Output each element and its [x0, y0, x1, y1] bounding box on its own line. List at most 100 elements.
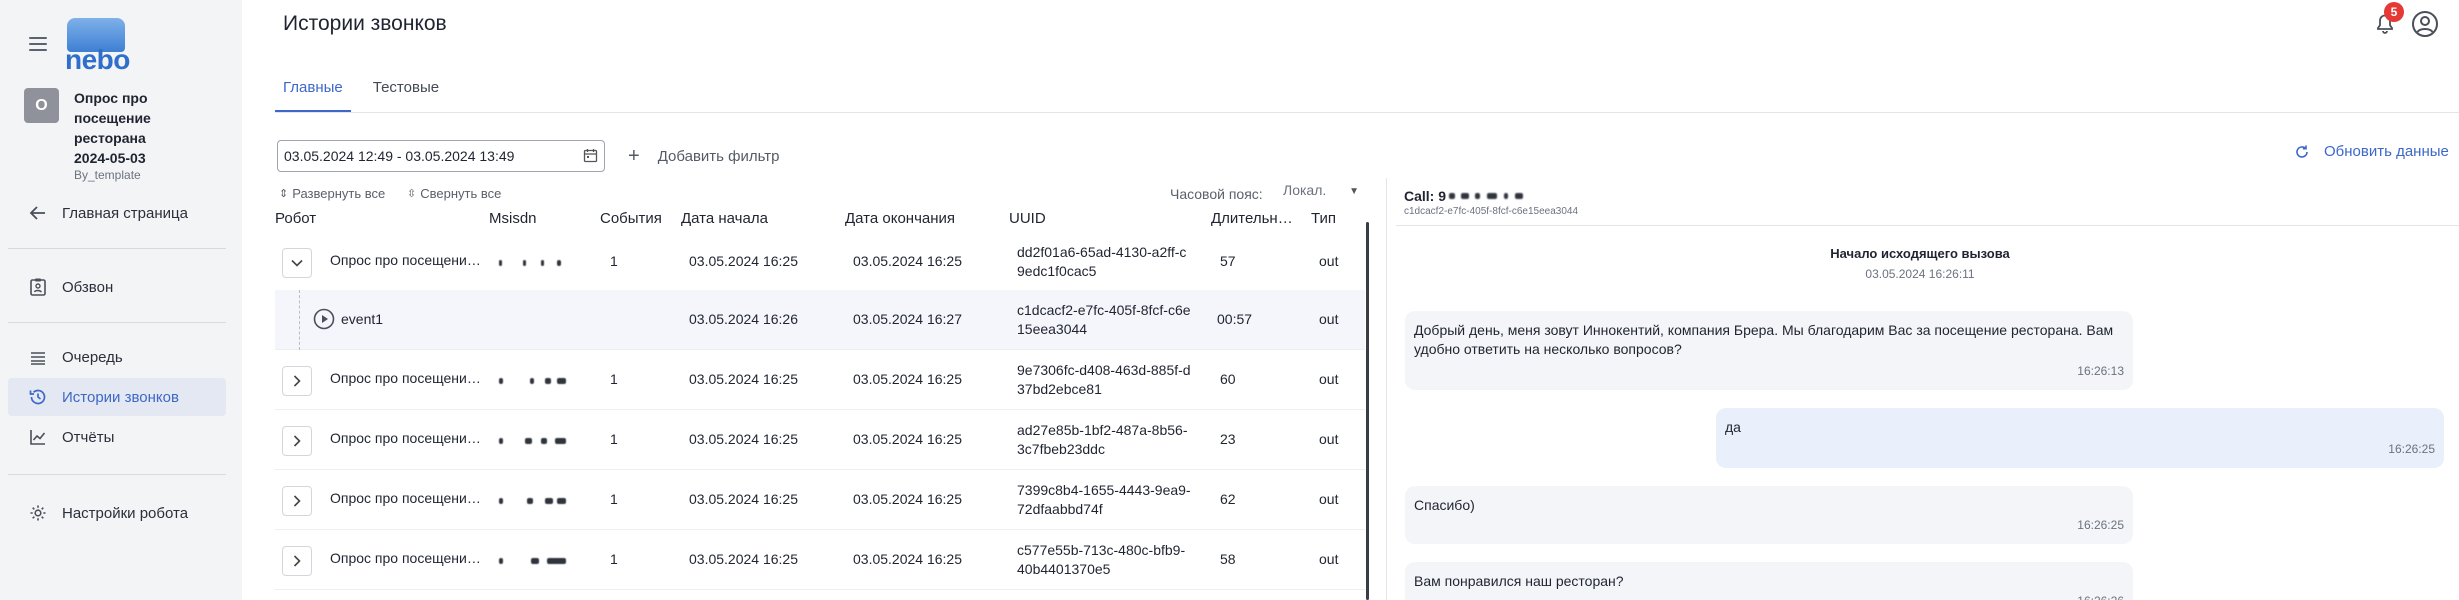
chevron-right-icon[interactable]	[282, 486, 312, 516]
msisdn-redacted	[497, 498, 567, 506]
table-row[interactable]: Опрос про посещение ресторана 1 03.05.20…	[275, 232, 1365, 292]
duration: 62	[1220, 491, 1236, 507]
table-row[interactable]: Опрос про посещение ресторана 1 03.05.20…	[275, 350, 1365, 410]
column-header-msisdn[interactable]: Msisdn	[489, 210, 537, 227]
start-date: 03.05.2024 16:25	[689, 371, 798, 387]
robot-name: Опрос про посещение ресторана	[330, 490, 483, 506]
collapse-all-button[interactable]: ⇳ Свернуть все	[407, 186, 501, 201]
chevron-down-icon[interactable]	[282, 248, 312, 278]
duration: 58	[1220, 551, 1236, 567]
chart-line-icon	[30, 430, 46, 445]
column-header-robot[interactable]: Робот	[275, 210, 316, 227]
collapse-icon: ⇳	[407, 188, 417, 200]
date-range-input[interactable]: 03.05.2024 12:49 - 03.05.2024 13:49	[277, 140, 605, 172]
add-filter-label: Добавить фильтр	[657, 147, 780, 165]
message-text: Спасибо)	[1414, 497, 1475, 513]
page-title: Истории звонков	[283, 12, 447, 35]
menu-icon[interactable]	[29, 37, 47, 51]
events-count: 1	[610, 371, 618, 387]
sidebar-item-call-history[interactable]: Истории звонков	[8, 378, 226, 416]
end-date: 03.05.2024 16:25	[853, 253, 962, 269]
sidebar-item-dialing[interactable]: Обзвон	[8, 268, 226, 306]
events-count: 1	[610, 431, 618, 447]
add-filter-button[interactable]: + Добавить фильтр	[628, 144, 779, 168]
msisdn-redacted	[497, 260, 567, 268]
message-text: Вам понравился наш ресторан?	[1414, 573, 1624, 589]
divider	[275, 112, 2459, 113]
table-row[interactable]: Опрос про посещение ресторана 1 03.05.20…	[275, 410, 1365, 470]
robot-name: Опрос про посещение ресторана	[330, 550, 483, 566]
gear-icon	[30, 505, 46, 521]
divider	[8, 248, 226, 249]
event-name: event1	[341, 311, 384, 327]
collapse-all-label: Свернуть все	[420, 186, 502, 201]
expand-all-label: Развернуть все	[292, 186, 386, 201]
clipboard-icon	[30, 278, 46, 296]
sidebar-item-reports[interactable]: Отчёты	[8, 418, 226, 456]
call-type: out	[1319, 431, 1339, 447]
call-type: out	[1319, 491, 1339, 507]
uuid: 7399c8b4-1655-4443-9ea9-72dfaabbd74f	[1017, 482, 1191, 517]
sidebar-item-robot-settings[interactable]: Настройки робота	[8, 494, 226, 532]
project-template: By_template	[74, 168, 141, 182]
call-id: c1dcacf2-e7fc-405f-8fcf-c6e15eea3044	[1404, 206, 1579, 217]
sidebar-item-label: Отчёты	[62, 428, 115, 446]
robot-name: Опрос про посещение ресторана	[330, 370, 483, 386]
start-date: 03.05.2024 16:25	[689, 431, 798, 447]
robot-name: Опрос про посещение ресторана	[330, 252, 483, 268]
refresh-button[interactable]: Обновить данные	[2294, 143, 2449, 160]
timezone-label: Часовой пояс:	[1170, 186, 1263, 202]
uuid: 9e7306fc-d408-463d-885f-d37bd2ebce81	[1017, 362, 1191, 397]
history-icon	[29, 389, 46, 405]
table-subrow[interactable]: event1 03.05.2024 16:26 03.05.2024 16:27…	[275, 290, 1365, 350]
column-header-events[interactable]: События	[600, 210, 662, 227]
duration: 00:57	[1217, 311, 1253, 327]
chevron-right-icon[interactable]	[282, 426, 312, 456]
chevron-right-icon[interactable]	[282, 366, 312, 396]
events-count: 1	[610, 551, 618, 567]
msisdn-redacted	[497, 378, 567, 386]
expand-all-button[interactable]: ⇕ Развернуть все	[279, 186, 385, 201]
sidebar-item-queue[interactable]: Очередь	[8, 338, 226, 376]
column-header-duration[interactable]: Длительно…	[1211, 210, 1297, 227]
message-time: 16:26:25	[2388, 442, 2435, 456]
caret-down-icon: ▼	[1349, 186, 1359, 197]
notification-badge: 5	[2384, 2, 2404, 22]
tab-main[interactable]: Главные	[275, 72, 351, 112]
account-icon[interactable]	[2411, 10, 2439, 38]
events-count: 1	[610, 491, 618, 507]
end-date: 03.05.2024 16:25	[853, 551, 962, 567]
robot-name: Опрос про посещение ресторана	[330, 430, 483, 446]
table-row[interactable]: Опрос про посещение ресторана 1 03.05.20…	[275, 530, 1365, 590]
column-header-end[interactable]: Дата окончания	[845, 210, 955, 227]
expand-icon: ⇕	[279, 188, 289, 200]
call-type: out	[1319, 551, 1339, 567]
table-row[interactable]: Опрос про посещение ресторана 1 03.05.20…	[275, 470, 1365, 530]
uuid: c577e55b-713c-480c-bfb9-40b4401370e5	[1017, 542, 1186, 577]
call-title: Call: 9	[1404, 188, 1534, 204]
start-date: 03.05.2024 16:25	[689, 491, 798, 507]
logo[interactable]: nebo	[63, 18, 130, 75]
bot-message: Спасибо) 16:26:25	[1405, 486, 2133, 544]
duration: 60	[1220, 371, 1236, 387]
end-date: 03.05.2024 16:25	[853, 371, 962, 387]
sidebar-item-home[interactable]: Главная страница	[8, 194, 226, 232]
refresh-label: Обновить данные	[2324, 143, 2449, 160]
chevron-right-icon[interactable]	[282, 546, 312, 576]
message-time: 16:26:25	[2077, 518, 2124, 532]
tab-test[interactable]: Тестовые	[365, 72, 447, 112]
column-header-uuid[interactable]: UUID	[1009, 210, 1046, 227]
sidebar-item-label: Истории звонков	[62, 388, 179, 406]
column-header-start[interactable]: Дата начала	[681, 210, 768, 227]
phone-redacted	[1449, 192, 1534, 202]
plus-icon: +	[628, 145, 640, 167]
table-scrollbar[interactable]	[1366, 222, 1369, 600]
start-date: 03.05.2024 16:25	[689, 253, 798, 269]
logo-text: nebo	[65, 44, 130, 75]
calendar-icon[interactable]	[583, 148, 598, 163]
timezone-select[interactable]: Локал. ▼	[1283, 182, 1359, 206]
message-text: да	[1725, 419, 1741, 435]
duration: 23	[1220, 431, 1236, 447]
play-circle-icon[interactable]	[313, 308, 335, 330]
column-header-type[interactable]: Тип	[1311, 210, 1336, 227]
